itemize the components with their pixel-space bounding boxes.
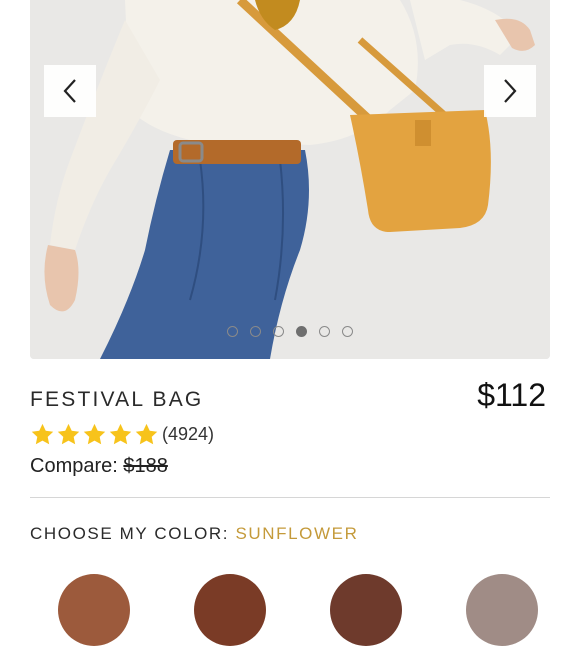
carousel-dot[interactable] [227, 326, 238, 337]
star-icon [135, 423, 158, 445]
next-image-button[interactable] [484, 65, 536, 117]
chevron-left-icon [63, 79, 76, 103]
compare-label: Compare: [30, 455, 118, 477]
color-swatch[interactable] [58, 574, 130, 646]
compare-price: $188 [123, 455, 168, 477]
carousel-dot[interactable] [342, 326, 353, 337]
star-icon [57, 423, 80, 445]
carousel-pagination [30, 326, 550, 337]
color-swatch[interactable] [194, 574, 266, 646]
color-swatch[interactable] [330, 574, 402, 646]
color-picker-label: CHOOSE MY COLOR: SUNFLOWER [30, 524, 358, 544]
carousel-dot[interactable] [319, 326, 330, 337]
carousel-dot-active[interactable] [296, 326, 307, 337]
divider [30, 497, 550, 498]
product-image-gallery[interactable] [30, 0, 550, 359]
review-count[interactable]: (4924) [162, 424, 214, 445]
carousel-dot[interactable] [250, 326, 261, 337]
product-rating[interactable]: (4924) [30, 422, 214, 447]
product-photo [30, 0, 550, 359]
previous-image-button[interactable] [44, 65, 96, 117]
product-title: FESTIVAL BAG [30, 388, 204, 411]
selected-color-name: SUNFLOWER [235, 524, 359, 543]
color-label-text: CHOOSE MY COLOR: [30, 524, 230, 543]
product-price: $112 [477, 377, 546, 413]
compare-price-line: Compare: $188 [30, 455, 168, 478]
chevron-right-icon [504, 79, 517, 103]
carousel-dot[interactable] [273, 326, 284, 337]
star-icon [83, 423, 106, 445]
star-icon [31, 423, 54, 445]
color-swatch[interactable] [466, 574, 538, 646]
star-icon [109, 423, 132, 445]
